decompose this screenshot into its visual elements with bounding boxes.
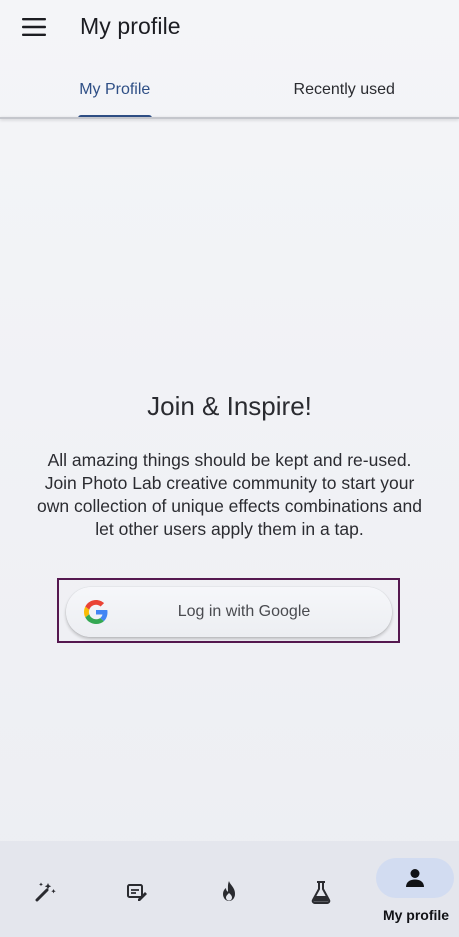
nav-label-my-profile: My profile: [382, 907, 450, 923]
tab-recently-used[interactable]: Recently used: [230, 62, 459, 118]
tab-bar: My Profile Recently used: [0, 62, 459, 118]
profile-content: Join & Inspire! All amazing things shoul…: [0, 119, 459, 841]
page-title: My profile: [80, 13, 181, 39]
google-login-button[interactable]: Log in with Google: [66, 587, 392, 637]
flask-icon: [308, 879, 334, 905]
nav-item-effects[interactable]: [0, 841, 90, 937]
app-screen: My profile My Profile Recently used Join…: [0, 0, 459, 937]
magic-wand-icon: [32, 879, 58, 905]
bottom-navigation: My profile: [0, 841, 459, 937]
edit-image-icon: [124, 879, 150, 905]
nav-item-editor[interactable]: [92, 841, 182, 937]
person-icon: [402, 865, 428, 891]
top-app-bar: My profile: [0, 0, 459, 58]
tab-my-profile[interactable]: My Profile: [0, 62, 230, 118]
tab-label: My Profile: [79, 81, 151, 98]
fire-icon: [216, 879, 242, 905]
join-description: All amazing things should be kept and re…: [37, 450, 422, 539]
nav-item-lab[interactable]: [276, 841, 366, 937]
join-heading: Join & Inspire!: [147, 391, 312, 421]
nav-item-trending[interactable]: [184, 841, 274, 937]
hamburger-menu-icon: [22, 18, 46, 36]
nav-item-my-profile[interactable]: [376, 858, 454, 898]
google-logo-icon: [84, 600, 108, 624]
google-login-label: Log in with Google: [177, 603, 311, 620]
menu-button[interactable]: [14, 9, 54, 45]
tab-label: Recently used: [293, 81, 395, 98]
